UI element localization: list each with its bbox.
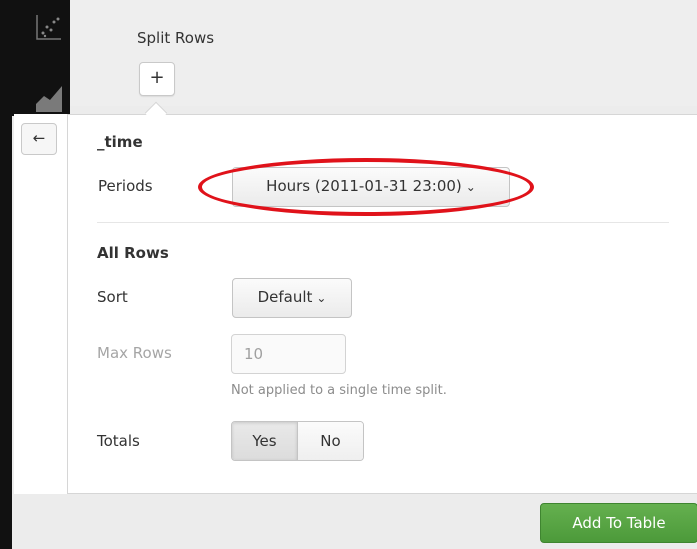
field-name-heading: _time <box>97 133 143 151</box>
plus-icon: + <box>149 67 165 88</box>
dark-edge <box>0 0 12 549</box>
periods-label: Periods <box>98 177 153 195</box>
area-chart-icon[interactable] <box>34 82 64 112</box>
back-button[interactable]: ← <box>21 123 57 155</box>
add-split-row-button[interactable]: + <box>139 62 175 96</box>
section-divider <box>97 222 669 223</box>
sort-label: Sort <box>97 288 128 306</box>
max-rows-hint: Not applied to a single time split. <box>231 383 447 398</box>
chevron-down-icon: ⌄ <box>316 291 327 305</box>
panel-nav-column <box>14 114 68 494</box>
add-to-table-button[interactable]: Add To Table <box>540 503 697 543</box>
split-rows-title: Split Rows <box>137 29 215 47</box>
chevron-down-icon: ⌄ <box>465 180 476 194</box>
totals-label: Totals <box>97 432 140 450</box>
visualization-rail <box>12 0 70 116</box>
arrow-left-icon: ← <box>32 129 46 147</box>
all-rows-heading: All Rows <box>97 244 169 262</box>
totals-no-option[interactable]: No <box>298 422 363 460</box>
periods-dropdown[interactable]: Hours (2011-01-31 23:00) ⌄ <box>232 167 510 207</box>
scatter-chart-icon[interactable] <box>34 12 64 42</box>
totals-yes-option[interactable]: Yes <box>232 422 298 460</box>
max-rows-label: Max Rows <box>97 344 172 362</box>
sort-value: Default <box>257 288 313 306</box>
totals-toggle: Yes No <box>231 421 364 461</box>
sort-dropdown[interactable]: Default ⌄ <box>232 278 352 318</box>
periods-value: Hours (2011-01-31 23:00) <box>266 177 462 195</box>
max-rows-input[interactable] <box>231 334 346 374</box>
